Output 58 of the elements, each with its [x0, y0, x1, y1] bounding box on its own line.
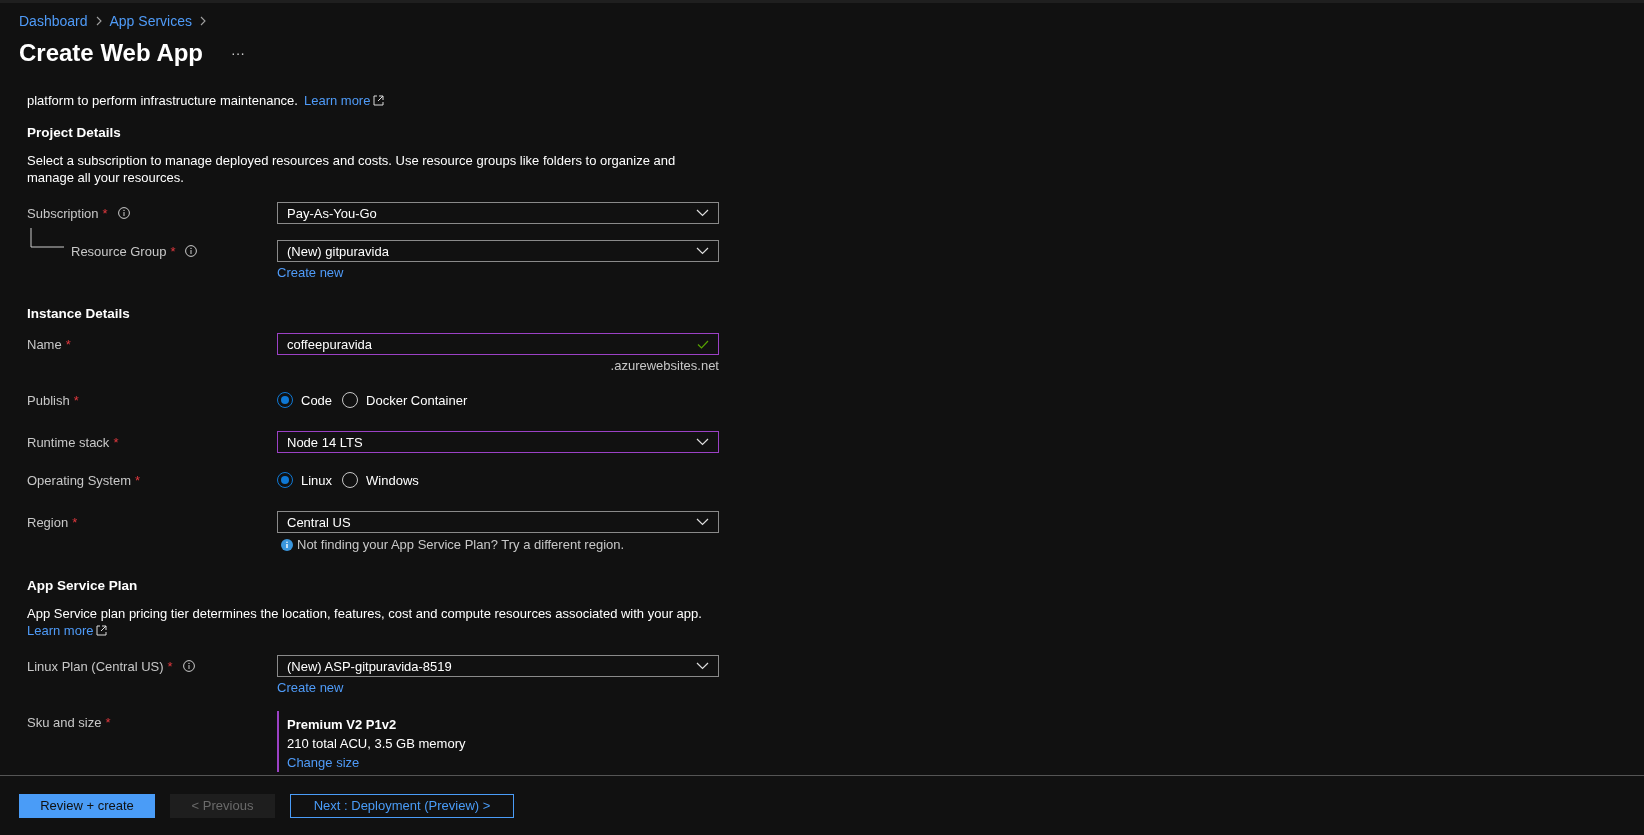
radio-option[interactable]: Linux	[277, 472, 333, 488]
chevron-down-icon	[696, 209, 709, 217]
field-label: Operating System	[27, 472, 132, 488]
name-input-field[interactable]: coffeepuravida	[277, 333, 719, 355]
more-options-button[interactable]: ···	[227, 45, 250, 61]
required-marker: *	[73, 392, 79, 408]
chevron-down-icon	[696, 247, 709, 255]
learn-more-link[interactable]: Learn more	[27, 623, 94, 638]
create-new-link[interactable]: Create new	[277, 265, 344, 280]
chevron-down-icon	[696, 438, 709, 446]
dropdown[interactable]: Node 14 LTS	[277, 431, 719, 453]
field-label: Region	[27, 514, 69, 530]
next-button[interactable]: Next : Deployment (Preview) >	[290, 793, 514, 818]
dropdown[interactable]: Pay-As-You-Go	[277, 202, 719, 224]
section-heading: Instance Details	[27, 306, 131, 321]
radio-option[interactable]: Docker Container	[342, 392, 468, 408]
radio-option[interactable]: Windows	[342, 472, 419, 488]
field-label: Publish	[27, 392, 70, 408]
field-label: Resource Group	[71, 243, 167, 259]
create-new-link[interactable]: Create new	[277, 680, 344, 695]
breadcrumb-link[interactable]: Dashboard	[19, 13, 88, 29]
required-marker: *	[65, 336, 71, 352]
field-label: Subscription	[27, 205, 99, 221]
field-label: Sku and size	[27, 714, 102, 730]
required-marker: *	[113, 434, 119, 450]
domain-suffix: .azurewebsites.net	[610, 358, 719, 373]
page-title: Create Web App	[19, 39, 204, 67]
field-label: Name	[27, 336, 62, 352]
sku-summary-panel: Premium V2 P1v2 210 total ACU, 3.5 GB memory Change size	[277, 711, 719, 772]
chevron-down-icon	[696, 518, 709, 526]
external-link-icon	[373, 95, 385, 106]
required-marker: *	[135, 472, 141, 488]
intro-text: platform to perform infrastructure maintenance.	[27, 93, 298, 108]
required-marker: *	[167, 658, 173, 674]
required-marker: *	[170, 243, 176, 259]
section-heading: App Service Plan	[27, 578, 139, 593]
region-hint-text: Not finding your App Service Plan? Try a different region.	[297, 537, 625, 552]
radio-option[interactable]: Code	[277, 392, 333, 408]
breadcrumb-link[interactable]: App Services	[109, 13, 192, 29]
learn-more-link[interactable]: Learn more	[303, 93, 371, 108]
section-description: App Service plan pricing tier determines the location, features, cost and compute resources associated with your app.	[27, 606, 702, 621]
required-marker: *	[102, 205, 108, 221]
dropdown[interactable]: Central US	[277, 511, 719, 533]
info-icon	[281, 538, 293, 551]
required-marker: *	[105, 714, 111, 730]
section-description: Select a subscription to manage deployed resources and costs. Use resource groups like folders to organize and manage all your resources.	[27, 153, 676, 185]
change-size-link[interactable]: Change size	[287, 755, 360, 770]
field-label: Runtime stack	[27, 434, 110, 450]
field-label: Linux Plan (Central US)	[27, 658, 164, 674]
external-link-icon	[96, 625, 108, 636]
chevron-right-icon	[95, 16, 102, 26]
chevron-right-icon	[200, 16, 206, 26]
dropdown[interactable]: (New) ASP-gitpuravida-8519	[277, 655, 719, 677]
review-create-button[interactable]: Review + create	[19, 793, 155, 818]
chevron-down-icon	[696, 662, 709, 670]
section-heading: Project Details	[27, 125, 122, 140]
required-marker: *	[72, 514, 78, 530]
dropdown[interactable]: (New) gitpuravida	[277, 240, 719, 262]
